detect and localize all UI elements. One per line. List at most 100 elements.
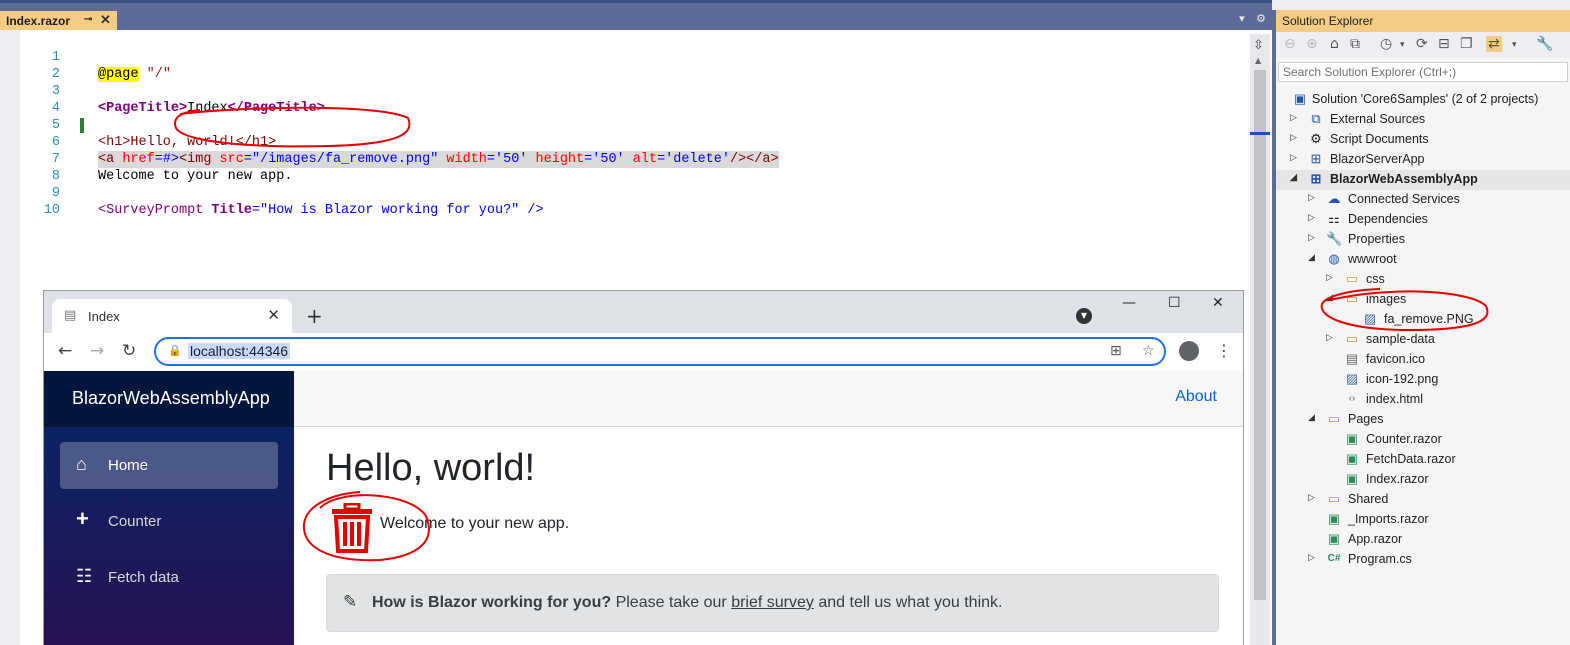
- tree-item-images[interactable]: ◢ ▭ images: [1276, 290, 1570, 310]
- expand-icon[interactable]: ▷: [1290, 112, 1300, 123]
- editor-scrollbar[interactable]: ⇳ ▲: [1250, 34, 1270, 645]
- tree-item-label: wwwroot: [1348, 252, 1397, 266]
- forward-icon[interactable]: ⊕: [1306, 36, 1318, 52]
- code-line[interactable]: 1 @page "/": [20, 32, 1250, 82]
- expand-icon[interactable]: ▷: [1326, 332, 1336, 343]
- qr-code-icon[interactable]: ⊞: [1110, 343, 1122, 359]
- maximize-icon[interactable]: ☐: [1168, 295, 1181, 311]
- nav-home[interactable]: ⌂ Home: [60, 442, 278, 489]
- nav-fetch-data[interactable]: ☷ Fetch data: [60, 554, 278, 601]
- tree-item-wwwroot[interactable]: ◢ ◍ wwwroot: [1276, 250, 1570, 270]
- collapse-all-icon[interactable]: ⊟: [1438, 36, 1450, 52]
- code-line[interactable]: 8: [20, 151, 1250, 184]
- bookmark-star-icon[interactable]: ☆: [1142, 343, 1155, 359]
- tree-item-sample-data[interactable]: ▷ ▭ sample-data: [1276, 330, 1570, 350]
- tree-item-label: Connected Services: [1348, 192, 1460, 206]
- address-bar[interactable]: 🔒 localhost:44346 ⊞ ☆: [154, 337, 1166, 366]
- home-icon[interactable]: ⌂: [1330, 36, 1339, 52]
- expand-icon[interactable]: ▷: [1326, 272, 1336, 283]
- lock-icon[interactable]: 🔒: [168, 344, 182, 357]
- expand-icon[interactable]: ▷: [1290, 132, 1300, 143]
- settings-icon[interactable]: ⚙: [1256, 12, 1266, 25]
- tree-item-dependencies[interactable]: ▷ ⚏ Dependencies: [1276, 210, 1570, 230]
- tree-item-label: sample-data: [1366, 332, 1435, 346]
- properties-icon[interactable]: 🔧: [1536, 36, 1553, 52]
- tree-item-css[interactable]: ▷ ▭ css: [1276, 270, 1570, 290]
- scroll-up-icon[interactable]: ▲: [1255, 56, 1261, 65]
- code-line[interactable]: 2: [20, 49, 1250, 82]
- history-icon[interactable]: ◷: [1380, 36, 1392, 52]
- split-icon[interactable]: ⇳: [1253, 38, 1264, 53]
- close-icon[interactable]: ✕: [100, 12, 111, 28]
- back-icon[interactable]: ←: [58, 341, 72, 361]
- pin-icon[interactable]: ⊸: [84, 14, 92, 25]
- scrollbar-thumb[interactable]: [1254, 70, 1266, 600]
- minimize-icon[interactable]: —: [1122, 295, 1136, 311]
- tree-item-fa-remove[interactable]: ▨ fa_remove.PNG: [1276, 310, 1570, 330]
- survey-link[interactable]: brief survey: [731, 594, 814, 611]
- tree-item-index-html[interactable]: ‹› index.html: [1276, 390, 1570, 410]
- collapse-icon[interactable]: ◢: [1308, 412, 1318, 423]
- tree-item-properties[interactable]: ▷ 🔧 Properties: [1276, 230, 1570, 250]
- code-line[interactable]: 9 <SurveyPrompt Title="How is Blazor wor…: [20, 168, 1250, 218]
- tree-item-blazorwebassemblyapp[interactable]: ◢ ⊞ BlazorWebAssemblyApp: [1276, 170, 1570, 190]
- code-line[interactable]: 10: [20, 185, 1250, 218]
- switch-views-icon[interactable]: ⧉: [1350, 36, 1360, 52]
- about-link[interactable]: About: [1175, 388, 1217, 406]
- tree-item-favicon[interactable]: ▤ favicon.ico: [1276, 350, 1570, 370]
- tree-item-index-razor[interactable]: ▣ Index.razor: [1276, 470, 1570, 490]
- tree-item-shared[interactable]: ▷ ▭ Shared: [1276, 490, 1570, 510]
- code-tag: <SurveyPrompt: [98, 203, 212, 218]
- expand-icon[interactable]: ▷: [1290, 152, 1300, 163]
- show-all-files-icon[interactable]: ❐: [1460, 36, 1473, 52]
- tab-search-icon[interactable]: ▼: [1076, 308, 1092, 324]
- tree-item-icon-192[interactable]: ▨ icon-192.png: [1276, 370, 1570, 390]
- refresh-icon[interactable]: ⟳: [1416, 36, 1428, 52]
- trash-icon[interactable]: [330, 503, 374, 553]
- profile-avatar[interactable]: [1179, 341, 1199, 361]
- code-line[interactable]: 4: [20, 83, 1250, 116]
- collapse-icon[interactable]: ◢: [1290, 172, 1300, 183]
- tree-item-solution[interactable]: ▣ Solution 'Core6Samples' (2 of 2 projec…: [1276, 90, 1570, 110]
- browser-menu-icon[interactable]: ⋮: [1216, 341, 1232, 360]
- close-tab-icon[interactable]: ✕: [267, 306, 280, 324]
- expand-icon[interactable]: ▷: [1308, 212, 1318, 223]
- close-window-icon[interactable]: ✕: [1212, 295, 1224, 311]
- browser-tab[interactable]: ▤ Index ✕: [52, 299, 292, 333]
- tree-item-program-cs[interactable]: ▷ C# Program.cs: [1276, 550, 1570, 570]
- tree-item-external-sources[interactable]: ▷ ⧉ External Sources: [1276, 110, 1570, 130]
- image-file-icon: ▨: [1363, 311, 1377, 326]
- app-brand[interactable]: BlazorWebAssemblyApp: [44, 371, 294, 427]
- expand-icon[interactable]: ▷: [1308, 552, 1318, 563]
- tree-item-blazorserverapp[interactable]: ▷ ⊞ BlazorServerApp: [1276, 150, 1570, 170]
- tree-item-connected-services[interactable]: ▷ ☁ Connected Services: [1276, 190, 1570, 210]
- reload-icon[interactable]: ↻: [122, 341, 136, 361]
- tree-item-counter-razor[interactable]: ▣ Counter.razor: [1276, 430, 1570, 450]
- expand-icon[interactable]: ▷: [1308, 192, 1318, 203]
- dropdown-icon[interactable]: ▾: [1400, 40, 1405, 50]
- code-line[interactable]: 5 <h1>Hello, world!</h1>: [20, 100, 1250, 150]
- collapse-icon[interactable]: ◢: [1308, 252, 1318, 263]
- forward-icon[interactable]: →: [90, 341, 104, 361]
- new-tab-icon[interactable]: +: [306, 304, 323, 328]
- dropdown-icon[interactable]: ▾: [1512, 40, 1517, 50]
- collapse-icon[interactable]: ◢: [1326, 292, 1336, 303]
- tree-item-app-razor[interactable]: ▣ App.razor: [1276, 530, 1570, 550]
- sync-icon[interactable]: ⇄: [1486, 36, 1502, 52]
- code-line[interactable]: 6 <a href=#><img src="/images/fa_remove.…: [20, 117, 1250, 168]
- tab-dropdown-icon[interactable]: ▾: [1239, 12, 1245, 25]
- document-tab-bar: Index.razor ⊸ ✕ ▾ ⚙: [0, 0, 1272, 33]
- script-documents-icon: ⚙: [1310, 131, 1322, 146]
- tree-item-pages[interactable]: ◢ ▭ Pages: [1276, 410, 1570, 430]
- solution-explorer-search[interactable]: Search Solution Explorer (Ctrl+;): [1278, 62, 1568, 82]
- nav-counter[interactable]: + Counter: [60, 498, 278, 545]
- code-line[interactable]: 7 Welcome to your new app.: [20, 134, 1250, 184]
- url-text[interactable]: localhost:44346: [188, 343, 291, 359]
- code-line[interactable]: 3 <PageTitle>Index</PageTitle>: [20, 66, 1250, 116]
- back-icon[interactable]: ⊖: [1284, 36, 1296, 52]
- expand-icon[interactable]: ▷: [1308, 232, 1318, 243]
- tree-item-script-documents[interactable]: ▷ ⚙ Script Documents: [1276, 130, 1570, 150]
- expand-icon[interactable]: ▷: [1308, 492, 1318, 503]
- tree-item-imports-razor[interactable]: ▣ _Imports.razor: [1276, 510, 1570, 530]
- tree-item-fetchdata-razor[interactable]: ▣ FetchData.razor: [1276, 450, 1570, 470]
